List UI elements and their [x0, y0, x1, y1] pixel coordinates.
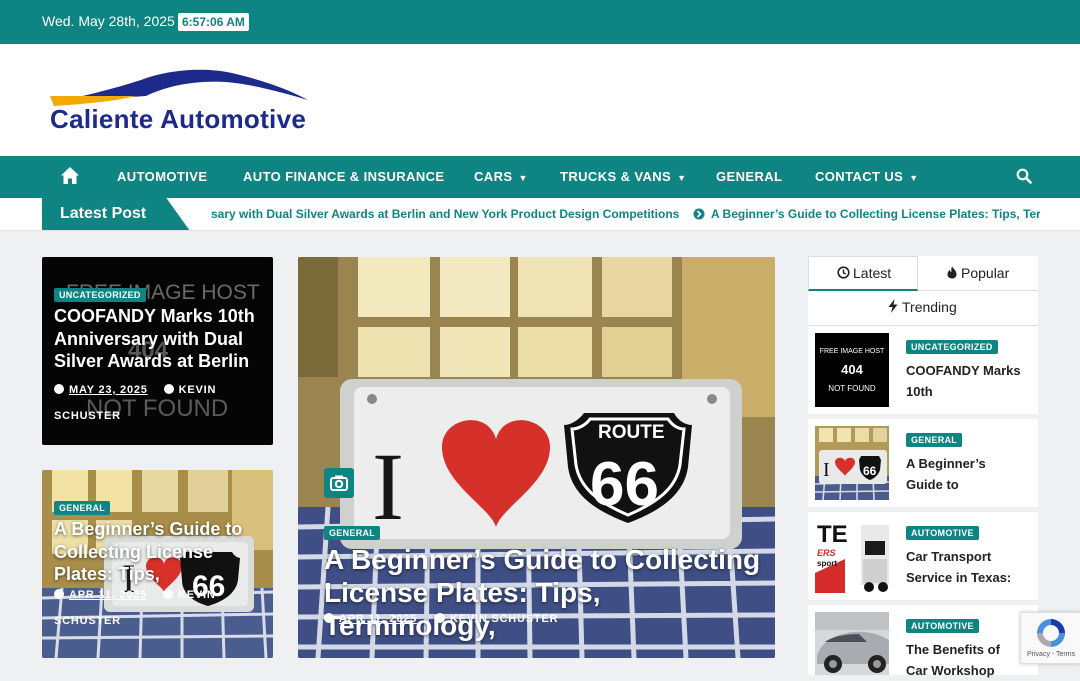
featured-post-title[interactable]: A Beginner’s Guide to Collecting License… [324, 543, 764, 642]
post-title[interactable]: A Beginner’s Guide to [906, 453, 1024, 495]
main-navigation: AUTOMOTIVE AUTO FINANCE & INSURANCE CARS… [0, 156, 1080, 198]
svg-text:TE: TE [817, 521, 848, 548]
sidebar-post-item[interactable]: I 66 GENERAL A Beginner’s Guide to [808, 419, 1038, 507]
category-badge[interactable]: UNCATEGORIZED [54, 288, 146, 302]
category-badge[interactable]: GENERAL [54, 501, 111, 515]
sidebar-post-item[interactable]: AUTOMOTIVE The Benefits of Car Workshop [808, 605, 1038, 678]
clock-icon [837, 266, 850, 279]
svg-text:ERS: ERS [817, 548, 836, 558]
clock-icon [324, 613, 334, 623]
current-time: 6:57:06 AM [178, 13, 249, 31]
post-meta: MAY 23, 2025 KEVIN SCHUSTER [54, 377, 266, 429]
svg-text:66: 66 [590, 450, 659, 519]
post-thumbnail: FREE IMAGE HOST 404 NOT FOUND [815, 333, 889, 407]
search-icon[interactable] [1016, 168, 1032, 184]
site-header: Caliente Automotive [0, 44, 1080, 156]
sidebar-post-item[interactable]: FREE IMAGE HOST 404 NOT FOUND UNCATEGORI… [808, 326, 1038, 414]
circle-arrow-right-icon [693, 208, 705, 220]
category-badge[interactable]: AUTOMOTIVE [906, 526, 979, 540]
latest-post-ticker: Latest Post sary with Dual Silver Awards… [0, 198, 1080, 231]
clock-icon [54, 589, 64, 599]
tab-latest[interactable]: Latest [808, 256, 918, 291]
ticker-item[interactable]: sary with Dual Silver Awards at Berlin a… [211, 207, 679, 221]
svg-text:ROUTE: ROUTE [598, 422, 665, 443]
camera-icon[interactable] [324, 468, 354, 498]
post-date[interactable]: APR 11, 2025 [69, 589, 147, 601]
top-bar: Wed. May 28th, 2025 6:57:06 AM [0, 0, 1080, 44]
post-thumbnail: TE ERS sport [815, 519, 889, 593]
nav-item-general[interactable]: GENERAL [716, 169, 782, 184]
chevron-down-icon: ▼ [518, 173, 528, 183]
post-thumbnail: I 66 [815, 426, 889, 500]
post-author[interactable]: KEVIN SCHUSTER [450, 613, 558, 625]
nav-item-automotive[interactable]: AUTOMOTIVE [117, 169, 207, 184]
sidebar-widget: Latest Popular Trending FREE IMAGE HOST … [808, 256, 1038, 678]
fire-icon [947, 266, 957, 279]
recaptcha-links[interactable]: Privacy - Terms [1027, 651, 1075, 658]
user-icon [162, 589, 173, 599]
nav-item-auto-finance-insurance[interactable]: AUTO FINANCE & INSURANCE [243, 169, 444, 184]
post-meta: APR 11, 2025 KEVIN SCHUSTER [324, 613, 558, 625]
post-title[interactable]: A Beginner’s Guide to Collecting License… [54, 518, 266, 586]
post-title[interactable]: Car Transport Service in Texas: [906, 546, 1024, 588]
svg-text:I: I [823, 459, 830, 481]
current-date: Wed. May 28th, 2025 [42, 13, 175, 29]
recaptcha-icon [1037, 619, 1065, 647]
nav-item-cars[interactable]: CARS ▼ [474, 169, 528, 184]
post-card-license-plates-small[interactable]: I 66 GENERAL A Beginner’s Guide to Colle… [42, 470, 273, 658]
svg-text:66: 66 [863, 464, 877, 478]
post-meta: APR 11, 2025 KEVIN SCHUSTER [54, 582, 266, 634]
tab-popular[interactable]: Popular [918, 256, 1038, 291]
post-thumbnail [815, 612, 889, 675]
site-name: Caliente Automotive [50, 104, 307, 134]
ticker-label: Latest Post [42, 198, 190, 230]
category-badge[interactable]: GENERAL [324, 526, 381, 540]
category-badge[interactable]: GENERAL [906, 433, 963, 447]
sidebar-post-item[interactable]: TE ERS sport AUTOMOTIVE Car Transport Se… [808, 512, 1038, 600]
user-icon [434, 613, 445, 623]
featured-post-card[interactable]: I ROUTE 66 GENERAL A Beginner’s Guide to… [298, 257, 775, 658]
tab-trending[interactable]: Trending [808, 291, 1038, 326]
sidebar-tabs: Latest Popular Trending [808, 256, 1038, 326]
post-card-coofandy[interactable]: FREE IMAGE HOST 404 NOT FOUND UNCATEGORI… [42, 257, 273, 445]
post-title[interactable]: COOFANDY Marks 10th Anniversary with Dua… [54, 305, 266, 373]
post-date[interactable]: APR 11, 2025 [339, 613, 417, 625]
chevron-down-icon: ▼ [909, 173, 919, 183]
category-badge[interactable]: AUTOMOTIVE [906, 619, 979, 633]
ticker-track: sary with Dual Silver Awards at Berlin a… [205, 207, 1040, 225]
svg-text:sport: sport [817, 559, 837, 568]
recaptcha-badge[interactable]: Privacy - Terms [1020, 612, 1080, 664]
home-icon[interactable] [60, 166, 80, 186]
category-badge[interactable]: UNCATEGORIZED [906, 340, 998, 354]
site-logo[interactable]: Caliente Automotive [46, 66, 316, 136]
user-icon [163, 384, 174, 394]
chevron-down-icon: ▼ [677, 173, 687, 183]
svg-text:I: I [372, 433, 404, 540]
nav-item-trucks-vans[interactable]: TRUCKS & VANS ▼ [560, 169, 686, 184]
clock-icon [54, 384, 64, 394]
nav-item-contact-us[interactable]: CONTACT US ▼ [815, 169, 919, 184]
bolt-icon [888, 299, 898, 313]
post-date[interactable]: MAY 23, 2025 [69, 384, 148, 396]
post-title[interactable]: COOFANDY Marks 10th [906, 360, 1024, 402]
ticker-item[interactable]: A Beginner’s Guide to Collecting License… [693, 207, 1040, 221]
